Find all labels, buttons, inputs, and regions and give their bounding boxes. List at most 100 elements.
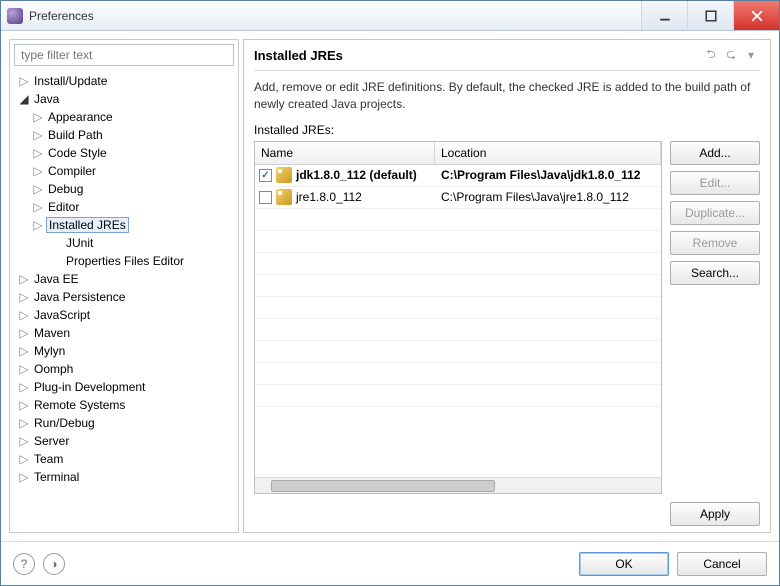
table-row-empty [255,209,661,231]
tree-item-junit[interactable]: JUnit [14,234,238,252]
content-pane: Installed JREs ⮌ ⮎ ▾ Add, remove or edit… [243,39,771,533]
search-button[interactable]: Search... [670,261,760,285]
table-row-empty [255,275,661,297]
tree-item-build-path[interactable]: ▷Build Path [14,126,238,144]
chevron-right-icon: ▷ [18,327,30,339]
jre-name: jre1.8.0_112 [296,190,362,204]
chevron-right-icon: ▷ [32,129,44,141]
table-row-empty [255,297,661,319]
column-location[interactable]: Location [435,142,661,164]
ok-button[interactable]: OK [579,552,669,576]
jre-location: C:\Program Files\Java\jdk1.8.0_112 [435,168,661,182]
tree-item-label: Team [32,452,65,466]
tree-item-label: Debug [46,182,85,196]
tree-item-label: Remote Systems [32,398,127,412]
help-icon[interactable]: ? [13,553,35,575]
menu-dropdown-icon[interactable]: ▾ [742,46,760,64]
table-row-empty [255,363,661,385]
tree-item-java-ee[interactable]: ▷Java EE [14,270,238,288]
chevron-right-icon: ▷ [18,435,30,447]
column-name[interactable]: Name [255,142,435,164]
forward-icon[interactable]: ⮎ [722,46,740,64]
chevron-right-icon: ▷ [18,309,30,321]
tree-item-label: JavaScript [32,308,92,322]
tree-item-label: Editor [46,200,81,214]
jre-icon [276,189,292,205]
tree-item-label: Server [32,434,71,448]
close-button[interactable] [733,1,779,30]
tree-item-java[interactable]: ◢Java [14,90,238,108]
chevron-right-icon: ▷ [18,273,30,285]
chevron-right-icon: ▷ [18,417,30,429]
tree-item-terminal[interactable]: ▷Terminal [14,468,238,486]
tree-item-mylyn[interactable]: ▷Mylyn [14,342,238,360]
tree-item-label: Terminal [32,470,81,484]
tree-item-editor[interactable]: ▷Editor [14,198,238,216]
table-row-empty [255,253,661,275]
tree-item-java-persistence[interactable]: ▷Java Persistence [14,288,238,306]
tree-item-install-update[interactable]: ▷Install/Update [14,72,238,90]
jre-location: C:\Program Files\Java\jre1.8.0_112 [435,190,661,204]
table-row-empty [255,319,661,341]
chevron-right-icon: ▷ [32,165,44,177]
horizontal-scrollbar[interactable] [255,477,661,493]
tree-item-team[interactable]: ▷Team [14,450,238,468]
tree-item-plug-in-development[interactable]: ▷Plug-in Development [14,378,238,396]
duplicate-button[interactable]: Duplicate... [670,201,760,225]
tree-item-properties-files-editor[interactable]: Properties Files Editor [14,252,238,270]
tree-item-maven[interactable]: ▷Maven [14,324,238,342]
chevron-right-icon: ▷ [18,363,30,375]
tree-item-code-style[interactable]: ▷Code Style [14,144,238,162]
tree-item-compiler[interactable]: ▷Compiler [14,162,238,180]
preferences-tree[interactable]: ▷Install/Update◢Java▷Appearance▷Build Pa… [10,70,238,532]
jre-table[interactable]: Name Location ✓ jdk1.8.0_112 (default) C:\… [254,141,662,494]
chevron-down-icon: ◢ [18,93,30,105]
tree-item-label: Java Persistence [32,290,127,304]
jre-name: jdk1.8.0_112 (default) [296,168,417,182]
checkbox[interactable]: ✓ [259,169,272,182]
tree-item-label: Mylyn [32,344,67,358]
tree-item-remote-systems[interactable]: ▷Remote Systems [14,396,238,414]
table-row[interactable]: ✓ jdk1.8.0_112 (default) C:\Program Files\… [255,165,661,187]
tree-item-appearance[interactable]: ▷Appearance [14,108,238,126]
tree-item-label: Java EE [32,272,81,286]
tree-item-server[interactable]: ▷Server [14,432,238,450]
progress-icon[interactable]: ◑ [43,553,65,575]
titlebar[interactable]: Preferences [1,1,779,31]
filter-input[interactable] [14,44,234,66]
chevron-right-icon: ▷ [18,75,30,87]
tree-item-oomph[interactable]: ▷Oomph [14,360,238,378]
tree-item-label: Plug-in Development [32,380,147,394]
chevron-right-icon: ▷ [32,147,44,159]
page-description: Add, remove or edit JRE definitions. By … [254,79,760,113]
tree-item-label: Properties Files Editor [64,254,186,268]
tree-item-run-debug[interactable]: ▷Run/Debug [14,414,238,432]
tree-item-javascript[interactable]: ▷JavaScript [14,306,238,324]
remove-button[interactable]: Remove [670,231,760,255]
table-row-empty [255,341,661,363]
app-icon [7,8,23,24]
checkbox[interactable] [259,191,272,204]
tree-item-installed-jres[interactable]: ▷Installed JREs [14,216,238,234]
chevron-right-icon: ▷ [18,471,30,483]
preferences-window: Preferences ▷Install/Update◢Java▷Appeara… [0,0,780,586]
chevron-right-icon: ▷ [32,219,44,231]
tree-item-label: Code Style [46,146,109,160]
tree-item-debug[interactable]: ▷Debug [14,180,238,198]
back-icon[interactable]: ⮌ [702,46,720,64]
tree-item-label: Java [32,92,61,106]
edit-button[interactable]: Edit... [670,171,760,195]
cancel-button[interactable]: Cancel [677,552,767,576]
chevron-right-icon: ▷ [18,345,30,357]
window-title: Preferences [29,9,641,23]
apply-button[interactable]: Apply [670,502,760,526]
chevron-right-icon [50,237,62,249]
chevron-right-icon: ▷ [32,111,44,123]
maximize-button[interactable] [687,1,733,30]
table-row-empty [255,385,661,407]
table-row[interactable]: jre1.8.0_112 C:\Program Files\Java\jre1.8… [255,187,661,209]
footer: ? ◑ OK Cancel [1,541,779,585]
minimize-button[interactable] [641,1,687,30]
tree-item-label: Oomph [32,362,75,376]
add-button[interactable]: Add... [670,141,760,165]
